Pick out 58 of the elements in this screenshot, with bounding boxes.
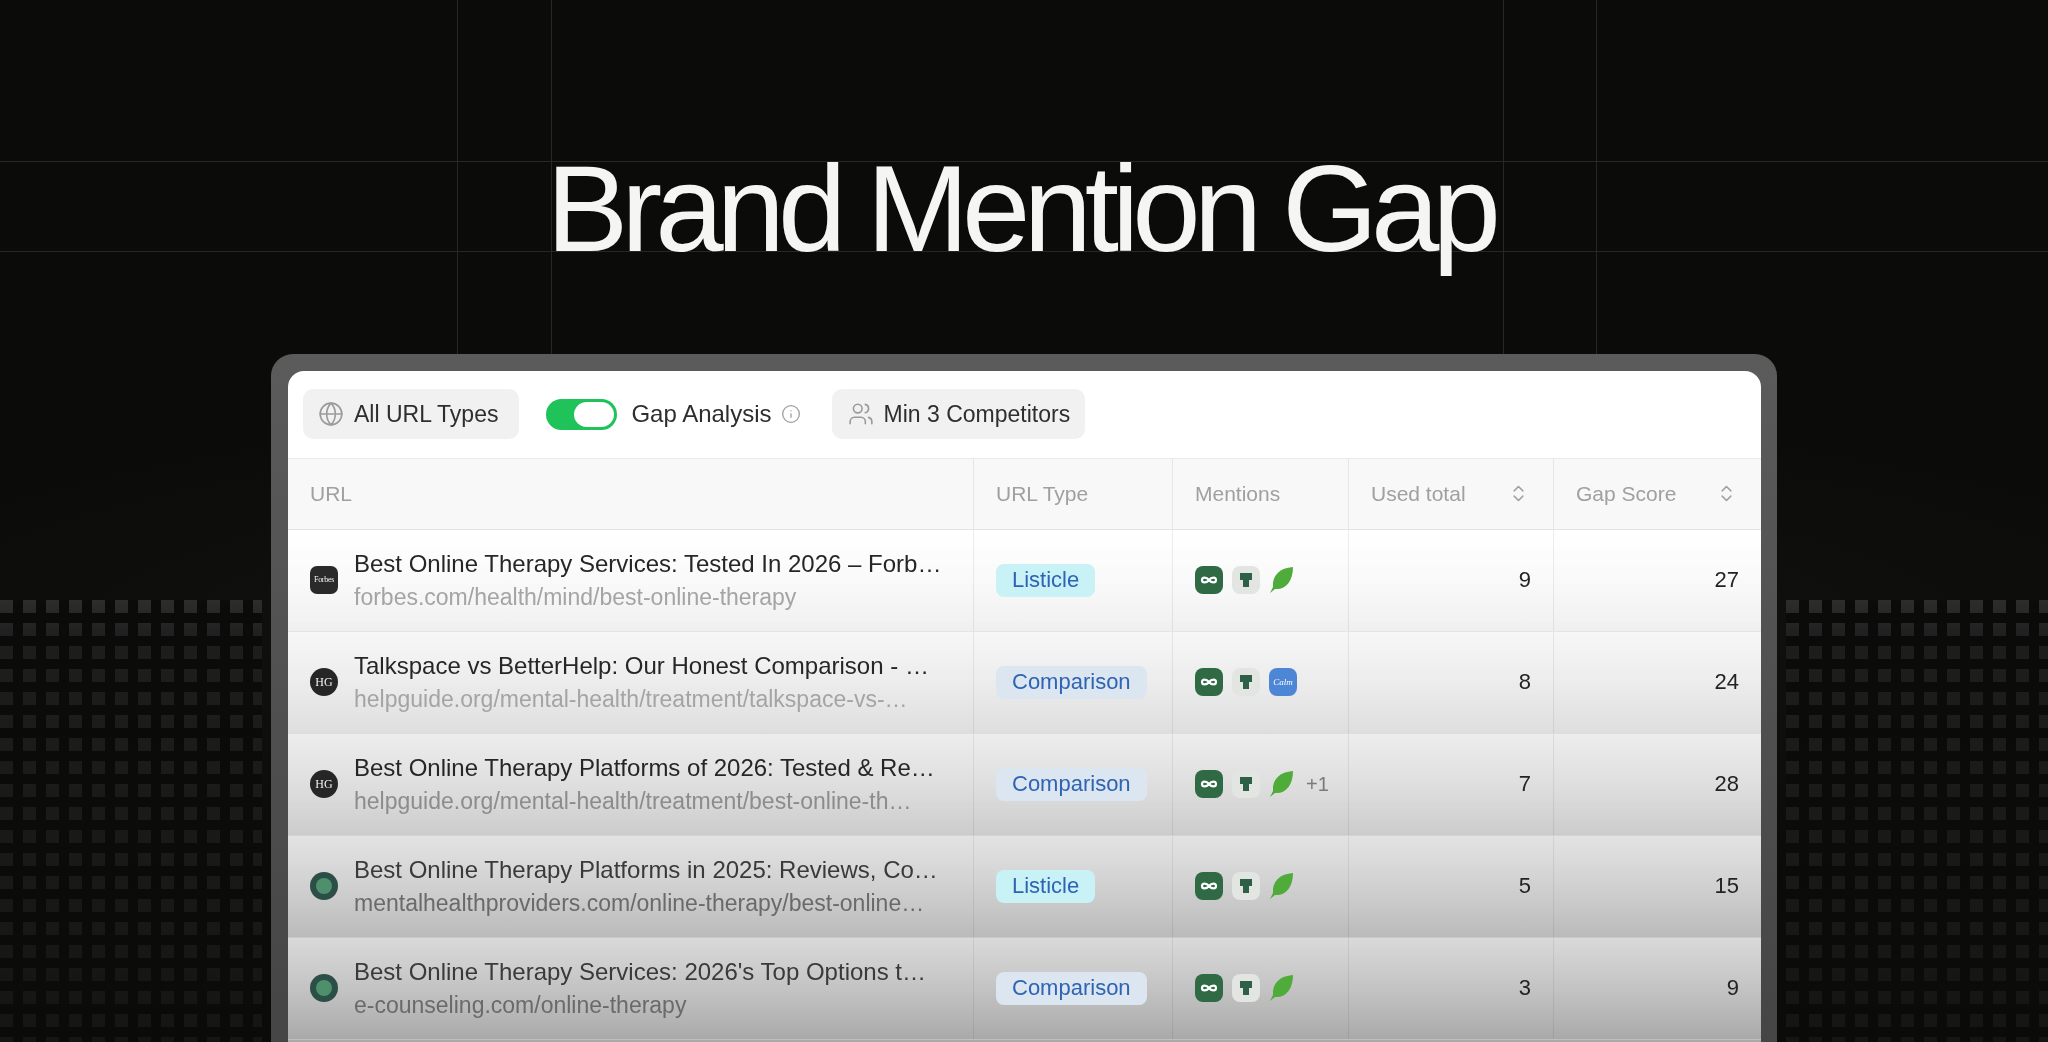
hero-title: Brand Mention Gap: [546, 139, 1496, 279]
column-header: URL: [310, 481, 352, 506]
site-logo: HG: [310, 668, 338, 697]
url-type-filter-button[interactable]: All URL Types: [303, 389, 520, 440]
used-total-value: 9: [1518, 567, 1531, 594]
infinity-icon: [1195, 872, 1223, 901]
infinity-icon: [1195, 974, 1223, 1003]
globe-icon: [318, 401, 344, 428]
brand-logo: Calm: [1269, 668, 1297, 697]
gap-score-value: 28: [1714, 771, 1739, 798]
infinity-icon: [1195, 668, 1223, 697]
gap-analysis-toggle[interactable]: [546, 398, 618, 430]
infinity-icon: [1195, 770, 1223, 799]
site-logo: Forbes: [310, 566, 338, 595]
info-icon[interactable]: [780, 404, 801, 425]
cup-icon: [1232, 872, 1260, 901]
gap-score-value: 15: [1714, 873, 1739, 900]
article-url: helpguide.org/mental-health/treatment/talkspace-vs-…: [354, 684, 909, 713]
used-total-value: 3: [1518, 975, 1531, 1002]
article-title[interactable]: Talkspace vs BetterHelp: Our Honest Comparison - …: [354, 651, 929, 680]
infinity-icon: [1195, 566, 1223, 595]
used-total-value: 5: [1518, 873, 1531, 900]
column-header: Used total: [1371, 481, 1466, 506]
competitor-filter-button[interactable]: Min 3 Competitors: [831, 389, 1086, 440]
users-icon: [847, 401, 874, 428]
toggle-label: Gap Analysis: [631, 400, 772, 429]
gap-score-value: 24: [1714, 669, 1739, 696]
column-header: Mentions: [1195, 481, 1281, 506]
url-type-tag: Listicle: [996, 869, 1096, 903]
column-header: Gap Score: [1576, 481, 1677, 506]
cup-icon: [1232, 566, 1260, 595]
article-url: mentalhealthproviders.com/online-therapy/best-online…: [354, 888, 926, 917]
more-count: +1: [1306, 772, 1329, 796]
article-url: helpguide.org/mental-health/treatment/best-online-th…: [354, 786, 913, 815]
round-logo-icon: [310, 872, 338, 901]
leaf-icon: [1269, 872, 1295, 901]
used-total-value: 7: [1518, 771, 1531, 798]
article-url: e-counseling.com/online-therapy: [354, 990, 688, 1019]
gap-score-value: 27: [1714, 567, 1739, 594]
url-type-tag: Comparison: [996, 971, 1147, 1005]
cup-icon: [1232, 974, 1260, 1003]
leaf-icon: [1269, 974, 1295, 1003]
article-title[interactable]: Best Online Therapy Platforms of 2026: Tested & Re…: [354, 753, 935, 782]
leaf-icon: [1269, 770, 1295, 799]
round-logo-icon: [310, 974, 338, 1003]
gap-score-value: 9: [1726, 975, 1739, 1002]
site-logo: HG: [310, 770, 338, 799]
cup-icon: [1232, 668, 1260, 697]
article-title[interactable]: Best Online Therapy Platforms in 2025: Reviews, Co…: [354, 855, 938, 884]
article-title[interactable]: Best Online Therapy Services: Tested In 2026 – Forb…: [354, 549, 942, 578]
url-type-tag: Listicle: [996, 563, 1096, 597]
column-header: URL Type: [996, 481, 1089, 506]
used-total-value: 8: [1518, 669, 1531, 696]
url-type-tag: Comparison: [996, 767, 1147, 801]
article-url: forbes.com/health/mind/best-online-therapy: [354, 582, 798, 611]
leaf-icon: [1269, 566, 1295, 595]
article-title[interactable]: Best Online Therapy Services: 2026's Top Options t…: [354, 957, 926, 986]
url-type-tag: Comparison: [996, 665, 1147, 699]
